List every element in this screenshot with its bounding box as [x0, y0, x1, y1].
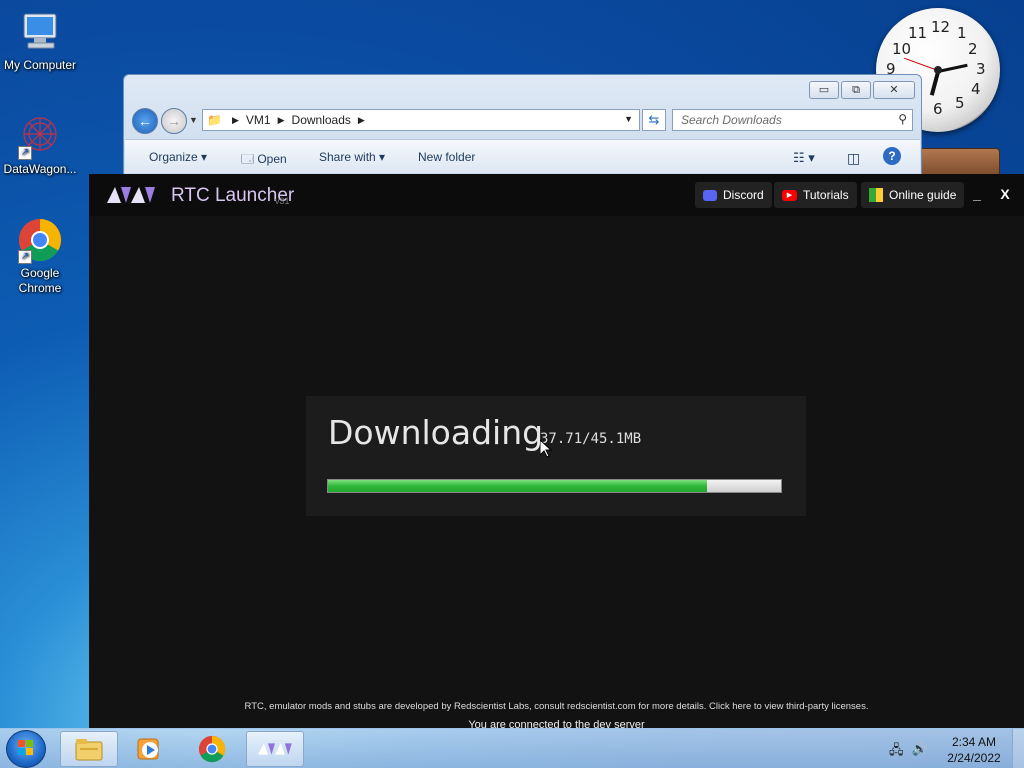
taskbar-date: 2/24/2022: [947, 751, 1001, 765]
address-bar[interactable]: 📁 ▶ VM1 ▶ Downloads ▶ ▼: [202, 109, 640, 131]
clock-number: 5: [955, 94, 965, 112]
download-panel: Downloading 37.71/45.1MB: [306, 396, 806, 516]
tutorials-label: Tutorials: [803, 188, 849, 202]
organize-button[interactable]: Organize ▾: [149, 150, 207, 164]
clock-number: 2: [968, 40, 978, 58]
rtc-logo-icon: [258, 743, 292, 755]
show-desktop-button[interactable]: [1012, 729, 1024, 768]
search-placeholder: Search Downloads: [681, 113, 782, 127]
download-progress-fill: [328, 480, 707, 492]
volume-icon[interactable]: 🔊: [912, 741, 928, 763]
clock-number: 11: [908, 24, 928, 42]
back-button[interactable]: ←: [132, 108, 158, 134]
clock-number: 6: [933, 100, 943, 118]
view-options-icon[interactable]: ☷ ▾: [793, 150, 815, 166]
tutorials-button[interactable]: ▶ Tutorials: [774, 182, 857, 208]
explorer-toolbar: Organize ▾ 🗔 Open Share with ▾ New folde…: [125, 139, 920, 173]
back-arrow-icon: ←: [138, 113, 152, 129]
taskbar-clock[interactable]: 2:34 AM 2/24/2022: [940, 734, 1008, 766]
launcher-header: RTC Launcher v31 Discord ▶ Tutorials Onl…: [89, 174, 1024, 216]
folder-icon: [75, 739, 103, 761]
taskbar-rtc-launcher[interactable]: [246, 731, 304, 767]
network-icon[interactable]: 🖧: [889, 741, 904, 763]
taskbar: 🖧 🔊 2:34 AM 2/24/2022: [0, 728, 1024, 768]
shortcut-arrow-icon: ↗: [18, 146, 32, 160]
mouse-cursor-icon: [540, 440, 552, 458]
desktop-icon-datawagon[interactable]: ↗ DataWagon...: [0, 112, 80, 177]
breadcrumb-separator-icon: ▶: [277, 114, 285, 125]
search-icon: ⚲: [898, 112, 907, 126]
new-folder-button[interactable]: New folder: [418, 150, 475, 164]
taskbar-time: 2:34 AM: [951, 735, 997, 749]
guide-icon: [869, 188, 883, 202]
open-button[interactable]: 🗔 Open: [241, 150, 287, 171]
windows-logo-icon: [18, 740, 33, 755]
window-controls: ▭ ⧉ ✕: [809, 81, 915, 99]
launcher-minimize-button[interactable]: _: [965, 184, 989, 206]
download-progress-bar: [327, 479, 782, 493]
close-button[interactable]: ✕: [873, 81, 915, 99]
breadcrumb-item-vm1[interactable]: VM1: [246, 113, 271, 127]
address-dropdown-icon[interactable]: ▼: [624, 114, 633, 124]
clock-center: [934, 66, 942, 74]
clock-number: 10: [892, 40, 912, 58]
taskbar-explorer[interactable]: [60, 731, 118, 767]
clock-hour-hand: [929, 71, 940, 96]
launcher-close-button[interactable]: X: [993, 184, 1017, 206]
clock-number: 3: [976, 60, 986, 78]
explorer-window[interactable]: ▭ ⧉ ✕ ← → ▼ 📁 ▶ VM1 ▶ Downloads ▶ ▼ ⇆ Se…: [123, 74, 922, 184]
rtc-logo-icon: [107, 187, 155, 203]
clock-number: 1: [957, 24, 967, 42]
desktop-icon-label: DataWagon...: [3, 162, 77, 176]
online-guide-label: Online guide: [889, 188, 957, 202]
start-button[interactable]: [6, 730, 46, 768]
chrome-icon: ↗: [16, 216, 64, 264]
connection-status: You are connected to the dev server: [468, 719, 645, 728]
refresh-button[interactable]: ⇆: [642, 109, 666, 131]
discord-label: Discord: [723, 188, 764, 202]
recent-pages-chevron-icon[interactable]: ▼: [189, 115, 198, 125]
forward-button[interactable]: →: [161, 108, 187, 134]
search-input[interactable]: Search Downloads ⚲: [672, 109, 913, 131]
desktop-icon-my-computer[interactable]: My Computer: [0, 8, 80, 73]
rtc-launcher-window[interactable]: RTC Launcher v31 Discord ▶ Tutorials Onl…: [89, 174, 1024, 728]
desktop-icon-label: Google Chrome: [18, 266, 62, 295]
desktop-icon-google-chrome[interactable]: ↗ Google Chrome: [0, 216, 80, 296]
clock-minute-hand: [937, 63, 968, 73]
minimize-button[interactable]: ▭: [809, 81, 839, 99]
share-with-button[interactable]: Share with ▾: [319, 150, 385, 164]
breadcrumb-separator-icon: ▶: [357, 114, 365, 125]
breadcrumb-item-downloads[interactable]: Downloads: [292, 113, 351, 127]
system-tray: 🖧 🔊: [889, 741, 928, 763]
discord-button[interactable]: Discord: [695, 182, 772, 208]
clock-number: 12: [931, 18, 951, 36]
media-player-icon: [137, 738, 159, 760]
shortcut-arrow-icon: ↗: [18, 250, 32, 264]
download-title: Downloading: [328, 413, 544, 452]
desktop-icon-label: My Computer: [3, 58, 77, 72]
footer-credits-link[interactable]: RTC, emulator mods and stubs are develop…: [89, 701, 1024, 712]
breadcrumb-separator-icon: ▶: [232, 114, 239, 125]
preview-pane-icon[interactable]: ◫: [847, 150, 860, 167]
clock-number: 4: [971, 80, 981, 98]
online-guide-button[interactable]: Online guide: [861, 182, 965, 208]
chrome-icon: [198, 735, 226, 763]
computer-icon: [16, 8, 64, 56]
folder-icon: 📁: [207, 113, 222, 127]
forward-arrow-icon: →: [167, 113, 181, 129]
help-icon[interactable]: ?: [883, 147, 901, 165]
datawagon-icon: ↗: [16, 112, 64, 160]
taskbar-chrome[interactable]: [183, 731, 241, 767]
maximize-button[interactable]: ⧉: [841, 81, 871, 99]
youtube-icon: ▶: [782, 189, 797, 201]
taskbar-media-player[interactable]: [120, 731, 178, 767]
launcher-version: v31: [275, 196, 290, 206]
discord-icon: [703, 189, 717, 201]
download-size: 37.71/45.1MB: [540, 431, 642, 447]
